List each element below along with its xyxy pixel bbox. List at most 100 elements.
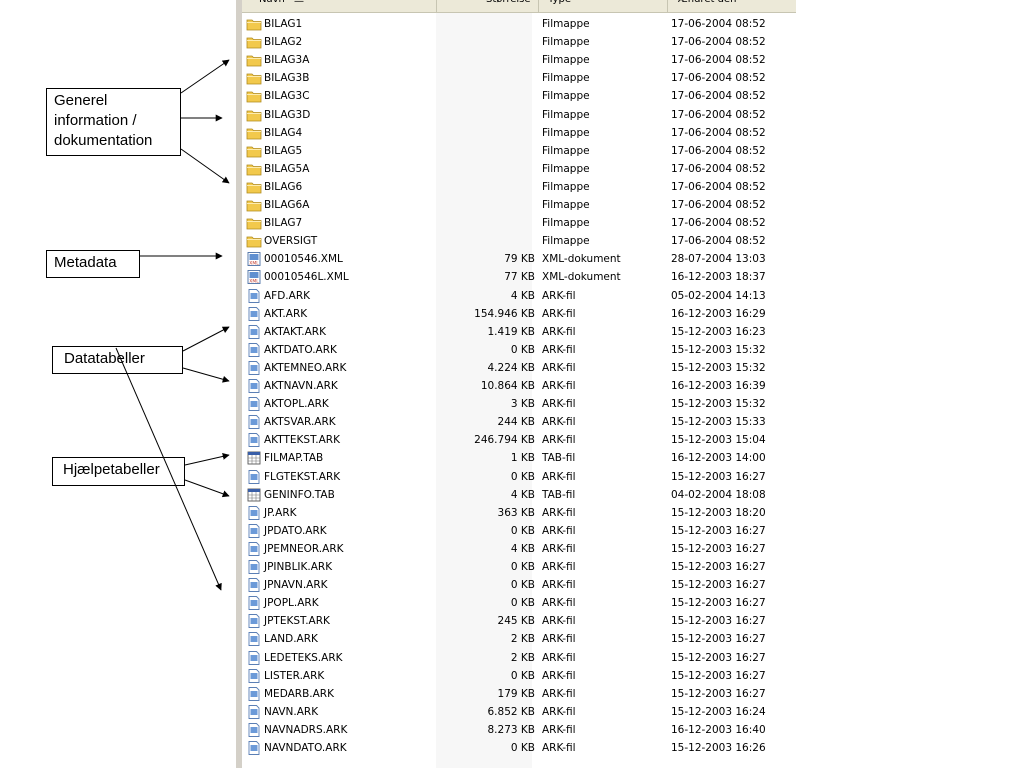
header-type[interactable]: Type bbox=[548, 0, 571, 12]
file-row[interactable]: BILAG3B Filmappe 17-06-2004 08:52 bbox=[242, 69, 796, 87]
arrow-general-1 bbox=[180, 59, 230, 94]
file-row[interactable]: XML 00010546.XML 79 KB XML-dokument 28-07-20… bbox=[242, 250, 796, 268]
file-row[interactable]: JP.ARK 363 KB ARK-fil 15-12-2003 18:20 bbox=[242, 504, 796, 522]
folder-icon bbox=[246, 107, 262, 123]
file-type: ARK-fil bbox=[542, 542, 576, 555]
file-icon bbox=[246, 324, 262, 340]
file-row[interactable]: BILAG3A Filmappe 17-06-2004 08:52 bbox=[242, 51, 796, 69]
folder-icon bbox=[246, 125, 262, 141]
header-modified[interactable]: Ændret den bbox=[678, 0, 736, 12]
file-type: Filmappe bbox=[542, 72, 590, 85]
file-row[interactable]: FLGTEKST.ARK 0 KB ARK-fil 15-12-2003 16:27 bbox=[242, 468, 796, 486]
file-row[interactable]: BILAG6 Filmappe 17-06-2004 08:52 bbox=[242, 178, 796, 196]
arrow-datatables-1 bbox=[182, 326, 230, 352]
file-row[interactable]: NAVNDATO.ARK 0 KB ARK-fil 15-12-2003 16:26 bbox=[242, 739, 796, 757]
file-modified: 15-12-2003 16:27 bbox=[671, 669, 766, 682]
file-type: ARK-fil bbox=[542, 380, 576, 392]
file-row[interactable]: LAND.ARK 2 KB ARK-fil 15-12-2003 16:27 bbox=[242, 630, 796, 648]
header-name[interactable]: Navn bbox=[259, 0, 285, 12]
file-row[interactable]: AFD.ARK 4 KB ARK-fil 05-02-2004 14:13 bbox=[242, 287, 796, 305]
file-row[interactable]: BILAG7 Filmappe 17-06-2004 08:52 bbox=[242, 214, 796, 232]
file-row[interactable]: AKTAKT.ARK 1.419 KB ARK-fil 15-12-2003 16:2… bbox=[242, 323, 796, 341]
file-name: FILMAP.TAB bbox=[264, 452, 324, 465]
file-name: FLGTEKST.ARK bbox=[264, 470, 341, 483]
file-row[interactable]: JPNAVN.ARK 0 KB ARK-fil 15-12-2003 16:27 bbox=[242, 576, 796, 594]
file-size: 0 KB bbox=[510, 579, 535, 592]
file-type: ARK-fil bbox=[542, 669, 576, 682]
file-row[interactable]: BILAG2 Filmappe 17-06-2004 08:52 bbox=[242, 33, 796, 51]
file-type: ARK-fil bbox=[542, 470, 576, 483]
file-row[interactable]: BILAG6A Filmappe 17-06-2004 08:52 bbox=[242, 196, 796, 214]
file-type: ARK-fil bbox=[542, 398, 576, 411]
file-row[interactable]: AKT.ARK 154.946 KB ARK-fil 16-12-2003 16:29 bbox=[242, 305, 796, 323]
file-modified: 15-12-2003 15:32 bbox=[671, 398, 766, 411]
file-row[interactable]: AKTOPL.ARK 3 KB ARK-fil 15-12-2003 15:32 bbox=[242, 395, 796, 413]
file-icon bbox=[246, 360, 262, 376]
file-row[interactable]: JPOPL.ARK 0 KB ARK-fil 15-12-2003 16:27 bbox=[242, 594, 796, 612]
file-row[interactable]: XML 00010546L.XML 77 KB XML-dokument 16-12-2… bbox=[242, 268, 796, 286]
file-type: Filmappe bbox=[542, 90, 590, 103]
header-separator[interactable] bbox=[436, 0, 437, 12]
file-row[interactable]: BILAG3D Filmappe 17-06-2004 08:52 bbox=[242, 106, 796, 124]
file-modified: 16-12-2003 16:29 bbox=[671, 307, 766, 320]
file-type: ARK-fil bbox=[542, 506, 576, 519]
arrow-helptables-1 bbox=[184, 452, 230, 466]
file-type: ARK-fil bbox=[542, 561, 576, 573]
file-row[interactable]: JPTEKST.ARK 245 KB ARK-fil 15-12-2003 16:27 bbox=[242, 612, 796, 630]
file-row[interactable]: GENINFO.TAB 4 KB TAB-fil 04-02-2004 18:08 bbox=[242, 486, 796, 504]
folder-icon bbox=[246, 88, 262, 104]
file-row[interactable]: MEDARB.ARK 179 KB ARK-fil 15-12-2003 16:27 bbox=[242, 685, 796, 703]
file-name: 00010546L.XML bbox=[264, 271, 349, 284]
file-row[interactable]: JPINBLIK.ARK 0 KB ARK-fil 15-12-2003 16:27 bbox=[242, 558, 796, 576]
file-modified: 28-07-2004 13:03 bbox=[671, 253, 766, 266]
file-name: AFD.ARK bbox=[264, 289, 311, 302]
file-name: BILAG6A bbox=[264, 199, 310, 211]
file-row[interactable]: JPDATO.ARK 0 KB ARK-fil 15-12-2003 16:27 bbox=[242, 522, 796, 540]
file-row[interactable]: AKTDATO.ARK 0 KB ARK-fil 15-12-2003 15:32 bbox=[242, 341, 796, 359]
file-row[interactable]: AKTNAVN.ARK 10.864 KB ARK-fil 16-12-2003 16… bbox=[242, 377, 796, 395]
file-row[interactable]: AKTTEKST.ARK 246.794 KB ARK-fil 15-12-2003 … bbox=[242, 431, 796, 449]
file-name: BILAG4 bbox=[264, 126, 303, 139]
file-row[interactable]: OVERSIGT Filmappe 17-06-2004 08:52 bbox=[242, 232, 796, 250]
header-separator[interactable] bbox=[667, 0, 668, 12]
header-separator[interactable] bbox=[538, 0, 539, 12]
file-row[interactable]: BILAG1 Filmappe 17-06-2004 08:52 bbox=[242, 15, 796, 33]
file-type: Filmappe bbox=[542, 54, 590, 67]
file-size: 363 KB bbox=[497, 506, 535, 519]
file-row[interactable]: BILAG5 Filmappe 17-06-2004 08:52 bbox=[242, 142, 796, 160]
file-modified: 17-06-2004 08:52 bbox=[671, 72, 766, 85]
file-size: 79 KB bbox=[504, 253, 535, 266]
file-size: 0 KB bbox=[510, 470, 535, 483]
file-name: BILAG5A bbox=[264, 162, 310, 175]
file-type: Filmappe bbox=[542, 36, 590, 49]
file-row[interactable]: LISTER.ARK 0 KB ARK-fil 15-12-2003 16:27 bbox=[242, 667, 796, 685]
file-size: 0 KB bbox=[510, 524, 535, 537]
file-row[interactable]: NAVN.ARK 6.852 KB ARK-fil 15-12-2003 16:24 bbox=[242, 703, 796, 721]
header-size[interactable]: Størrelse bbox=[486, 0, 531, 12]
file-type: Filmappe bbox=[542, 126, 590, 139]
file-row[interactable]: JPEMNEOR.ARK 4 KB ARK-fil 15-12-2003 16:27 bbox=[242, 540, 796, 558]
file-row[interactable]: BILAG5A Filmappe 17-06-2004 08:52 bbox=[242, 160, 796, 178]
file-size: 179 KB bbox=[497, 687, 535, 700]
file-modified: 17-06-2004 08:52 bbox=[671, 108, 766, 121]
file-row[interactable]: AKTEMNEO.ARK 4.224 KB ARK-fil 15-12-2003 15… bbox=[242, 359, 796, 377]
file-icon bbox=[246, 668, 262, 684]
file-row[interactable]: FILMAP.TAB 1 KB TAB-fil 16-12-2003 14:00 bbox=[242, 449, 796, 467]
column-header: Navn — Størrelse Type Ændret den bbox=[242, 0, 796, 13]
folder-icon bbox=[246, 143, 262, 159]
file-name: BILAG1 bbox=[264, 18, 303, 30]
file-name: LEDETEKS.ARK bbox=[264, 651, 343, 664]
annotation-general-line1: Generel bbox=[54, 92, 108, 109]
file-name: JPNAVN.ARK bbox=[264, 579, 328, 592]
file-icon bbox=[246, 722, 262, 738]
file-row[interactable]: LEDETEKS.ARK 2 KB ARK-fil 15-12-2003 16:27 bbox=[242, 649, 796, 667]
file-row[interactable]: NAVNADRS.ARK 8.273 KB ARK-fil 16-12-2003 16… bbox=[242, 721, 796, 739]
file-modified: 04-02-2004 18:08 bbox=[671, 488, 766, 501]
file-row[interactable]: BILAG4 Filmappe 17-06-2004 08:52 bbox=[242, 124, 796, 142]
file-row[interactable]: BILAG3C Filmappe 17-06-2004 08:52 bbox=[242, 87, 796, 105]
file-icon bbox=[246, 740, 262, 756]
file-icon bbox=[246, 613, 262, 629]
file-row[interactable]: AKTSVAR.ARK 244 KB ARK-fil 15-12-2003 15:33 bbox=[242, 413, 796, 431]
file-modified: 17-06-2004 08:52 bbox=[671, 54, 766, 67]
file-type: ARK-fil bbox=[542, 705, 576, 718]
